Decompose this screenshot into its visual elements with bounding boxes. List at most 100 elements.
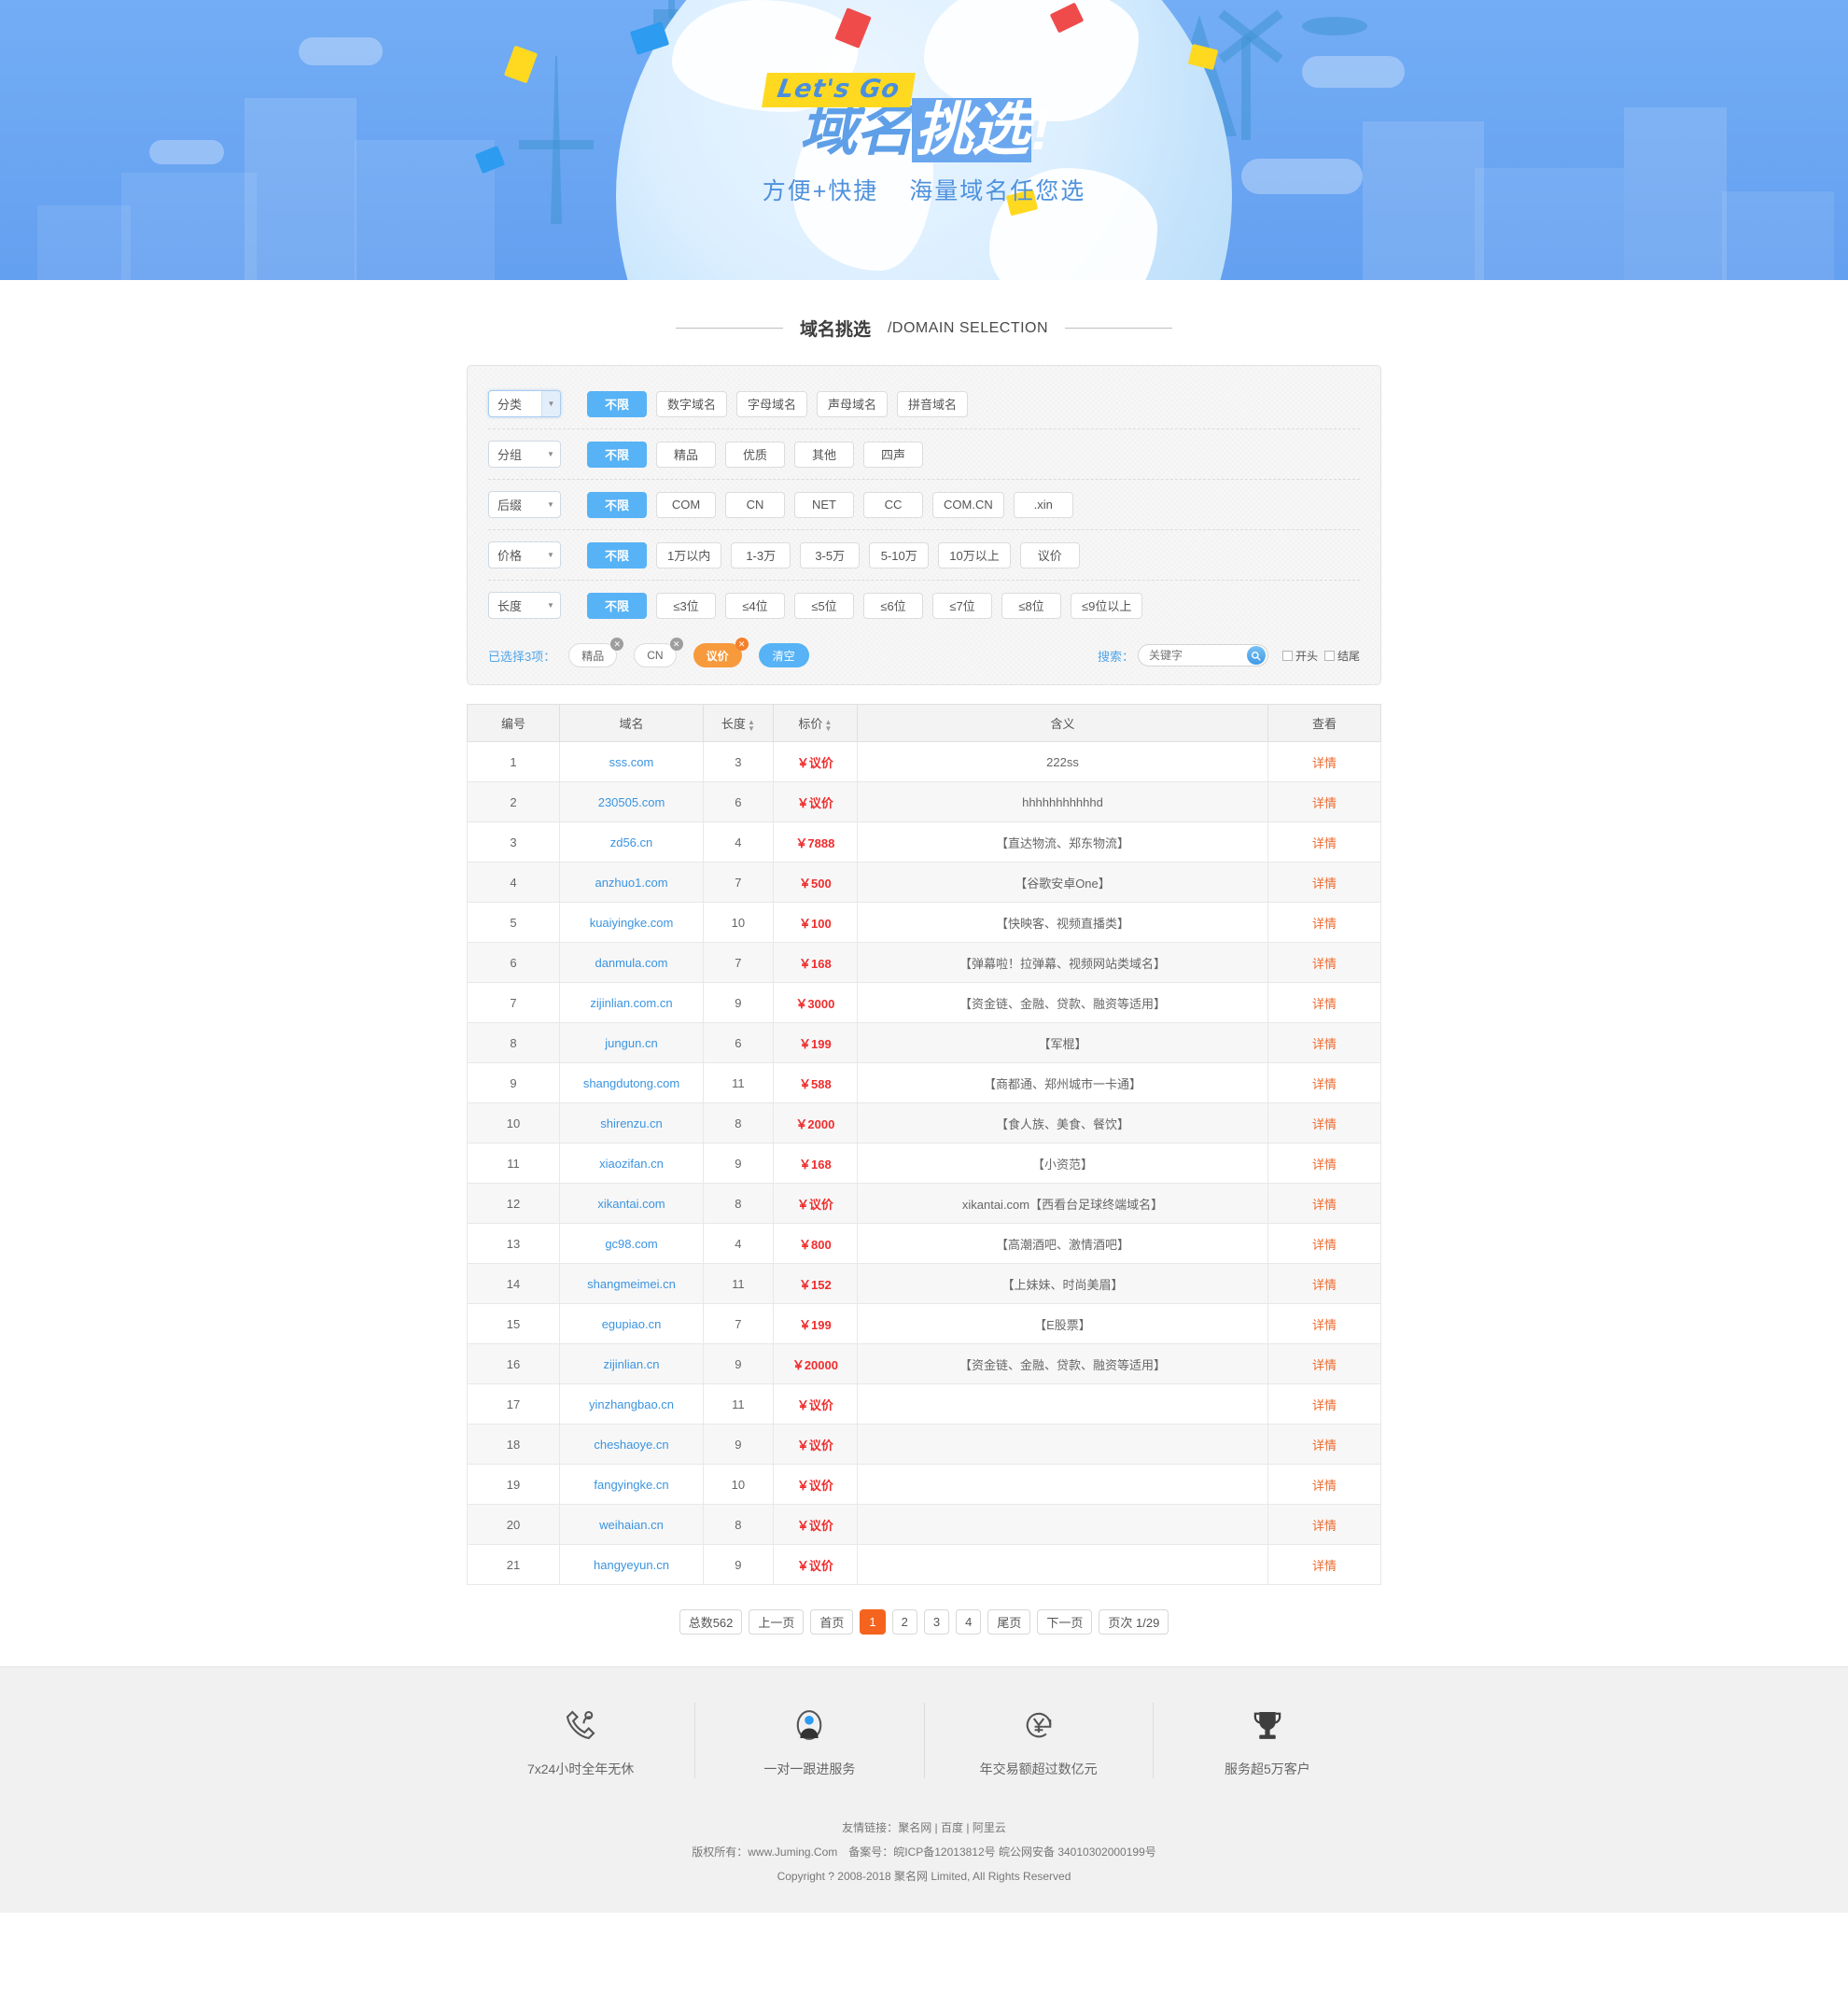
pagination-page-1[interactable]: 1 (860, 1609, 886, 1635)
chevron-down-icon[interactable]: ▼ (541, 593, 560, 618)
domain-link[interactable]: shangmeimei.cn (587, 1277, 676, 1291)
domain-link[interactable]: zijinlian.cn (604, 1357, 660, 1371)
search-box[interactable] (1137, 644, 1268, 667)
filter-option-数字域名[interactable]: 数字域名 (656, 390, 728, 417)
search-icon[interactable] (1246, 646, 1266, 665)
domain-link[interactable]: yinzhangbao.cn (589, 1397, 674, 1411)
domain-link[interactable]: anzhuo1.com (595, 876, 667, 890)
filter-option-拼音域名[interactable]: 拼音域名 (897, 390, 969, 417)
filter-option-议价[interactable]: 议价 (1019, 541, 1080, 568)
friend-link[interactable]: 百度 (941, 1821, 963, 1834)
view-detail-link[interactable]: 详情 (1312, 1479, 1337, 1493)
view-detail-link[interactable]: 详情 (1312, 1238, 1337, 1252)
filter-option-≤7位[interactable]: ≤7位 (932, 592, 992, 619)
filter-option-精品[interactable]: 精品 (656, 441, 716, 468)
friend-link[interactable]: 聚名网 (898, 1821, 931, 1834)
filter-option-.xin[interactable]: .xin (1013, 491, 1073, 518)
selected-tag-议价[interactable]: 议价 ✕ (693, 638, 749, 667)
header-length[interactable]: 长度 ▲ ▼ (703, 704, 774, 742)
filter-option-CN[interactable]: CN (725, 491, 785, 518)
pagination-page-2[interactable]: 2 (891, 1609, 917, 1635)
filter-option-不限[interactable]: 不限 (587, 592, 647, 619)
view-detail-link[interactable]: 详情 (1312, 1439, 1337, 1453)
view-detail-link[interactable]: 详情 (1312, 917, 1337, 931)
filter-dropdown-长度[interactable]: 长度 ▼ (488, 592, 561, 619)
view-detail-link[interactable]: 详情 (1312, 1158, 1337, 1172)
view-detail-link[interactable]: 详情 (1312, 1318, 1337, 1332)
chevron-down-icon[interactable]: ▼ (541, 391, 560, 416)
filter-option-1-3万[interactable]: 1-3万 (731, 541, 791, 568)
pagination-last[interactable]: 尾页 (987, 1609, 1031, 1635)
filter-option-1万以内[interactable]: 1万以内 (656, 541, 722, 568)
checkbox-box-start[interactable] (1281, 650, 1293, 661)
close-icon[interactable]: ✕ (735, 638, 749, 651)
domain-link[interactable]: egupiao.cn (602, 1317, 662, 1331)
filter-option-NET[interactable]: NET (794, 491, 854, 518)
filter-option-COM[interactable]: COM (656, 491, 716, 518)
domain-link[interactable]: shirenzu.cn (600, 1116, 662, 1130)
chevron-down-icon[interactable]: ▼ (541, 492, 560, 517)
view-detail-link[interactable]: 详情 (1312, 1519, 1337, 1533)
pagination-prev[interactable]: 上一页 (749, 1609, 805, 1635)
sort-icon-price[interactable]: ▲ ▼ (824, 718, 832, 732)
domain-link[interactable]: fangyingke.cn (594, 1478, 668, 1492)
view-detail-link[interactable]: 详情 (1312, 1077, 1337, 1091)
pagination-next[interactable]: 下一页 (1037, 1609, 1093, 1635)
domain-link[interactable]: shangdutong.com (583, 1076, 679, 1090)
chevron-down-icon[interactable]: ▼ (541, 442, 560, 467)
filter-option-四声[interactable]: 四声 (863, 441, 923, 468)
filter-option-≤6位[interactable]: ≤6位 (863, 592, 923, 619)
domain-link[interactable]: cheshaoye.cn (594, 1438, 668, 1452)
view-detail-link[interactable]: 详情 (1312, 957, 1337, 971)
domain-link[interactable]: hangyeyun.cn (594, 1558, 669, 1572)
friend-link[interactable]: 阿里云 (973, 1821, 1006, 1834)
filter-option-优质[interactable]: 优质 (725, 441, 785, 468)
domain-link[interactable]: weihaian.cn (599, 1518, 664, 1532)
search-input[interactable] (1138, 649, 1237, 662)
domain-link[interactable]: gc98.com (605, 1237, 657, 1251)
filter-option-声母域名[interactable]: 声母域名 (817, 390, 889, 417)
selected-tag-精品[interactable]: 精品 ✕ (568, 638, 624, 667)
domain-link[interactable]: zijinlian.com.cn (590, 996, 672, 1010)
chevron-down-icon[interactable]: ▼ (541, 542, 560, 568)
view-detail-link[interactable]: 详情 (1312, 756, 1337, 770)
view-detail-link[interactable]: 详情 (1312, 1358, 1337, 1372)
checkbox-starts-with[interactable]: 开头 (1281, 648, 1318, 664)
pagination-page-3[interactable]: 3 (923, 1609, 950, 1635)
domain-link[interactable]: zd56.cn (610, 835, 653, 849)
filter-option-5-10万[interactable]: 5-10万 (869, 541, 930, 568)
filter-option-不限[interactable]: 不限 (587, 441, 647, 468)
filter-dropdown-价格[interactable]: 价格 ▼ (488, 541, 561, 568)
filter-dropdown-分类[interactable]: 分类 ▼ (488, 390, 561, 417)
view-detail-link[interactable]: 详情 (1312, 1559, 1337, 1573)
filter-option-不限[interactable]: 不限 (587, 541, 647, 568)
filter-option-3-5万[interactable]: 3-5万 (800, 541, 861, 568)
domain-link[interactable]: danmula.com (595, 956, 667, 970)
view-detail-link[interactable]: 详情 (1312, 836, 1337, 850)
filter-option-不限[interactable]: 不限 (587, 491, 647, 518)
view-detail-link[interactable]: 详情 (1312, 1037, 1337, 1051)
checkbox-box-end[interactable] (1323, 650, 1335, 661)
filter-option-COM.CN[interactable]: COM.CN (932, 491, 1004, 518)
selected-tag-CN[interactable]: CN ✕ (634, 638, 683, 667)
close-icon[interactable]: ✕ (610, 638, 624, 651)
pagination-page-4[interactable]: 4 (956, 1609, 982, 1635)
view-detail-link[interactable]: 详情 (1312, 877, 1337, 891)
filter-dropdown-分组[interactable]: 分组 ▼ (488, 441, 561, 468)
view-detail-link[interactable]: 详情 (1312, 1398, 1337, 1412)
domain-link[interactable]: 230505.com (598, 795, 665, 809)
filter-option-其他[interactable]: 其他 (794, 441, 854, 468)
view-detail-link[interactable]: 详情 (1312, 997, 1337, 1011)
view-detail-link[interactable]: 详情 (1312, 1278, 1337, 1292)
filter-option-10万以上[interactable]: 10万以上 (938, 541, 1011, 568)
view-detail-link[interactable]: 详情 (1312, 796, 1337, 810)
filter-option-≤8位[interactable]: ≤8位 (1001, 592, 1061, 619)
domain-link[interactable]: sss.com (609, 755, 654, 769)
domain-link[interactable]: xiaozifan.cn (599, 1157, 664, 1171)
filter-dropdown-后缀[interactable]: 后缀 ▼ (488, 491, 561, 518)
sort-icon-length[interactable]: ▲ ▼ (748, 718, 755, 732)
close-icon[interactable]: ✕ (669, 638, 683, 651)
domain-link[interactable]: kuaiyingke.com (590, 916, 674, 930)
filter-option-≤3位[interactable]: ≤3位 (656, 592, 716, 619)
view-detail-link[interactable]: 详情 (1312, 1198, 1337, 1212)
